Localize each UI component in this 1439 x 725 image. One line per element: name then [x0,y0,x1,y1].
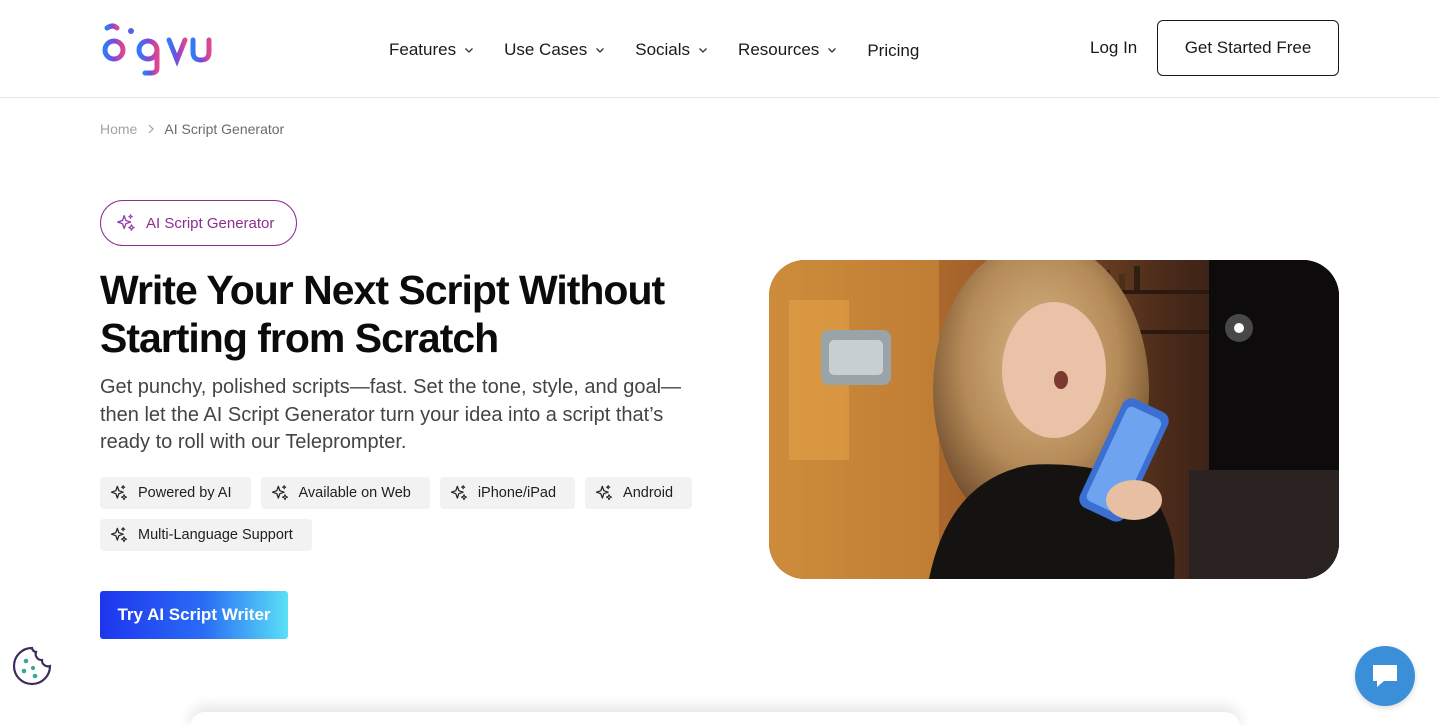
chevron-down-icon [596,48,605,53]
feature-tag-label: Multi-Language Support [138,527,293,543]
sparkle-icon [110,527,128,543]
feature-tag: Multi-Language Support [100,519,312,551]
breadcrumb-current: AI Script Generator [164,121,285,137]
nav-features-label: Features [389,40,457,59]
feature-tag-label: iPhone/iPad [477,485,557,501]
next-section-edge [190,712,1240,725]
try-ai-script-writer-button[interactable]: Try AI Script Writer [100,591,288,639]
get-started-button[interactable]: Get Started Free [1157,20,1339,76]
breadcrumb-home[interactable]: Home [100,121,137,137]
nav-use-cases-label: Use Cases [504,40,588,59]
chevron-down-icon [828,48,837,53]
nav-socials[interactable]: Socials [635,37,708,63]
feature-tag: Powered by AI [100,477,251,509]
pill-label: AI Script Generator [146,214,275,232]
sparkle-icon [110,485,128,501]
feature-tags: Powered by AI Available on Web iPhone/iP… [100,477,720,561]
cookie-settings-button[interactable] [11,645,53,687]
nav-features[interactable]: Features [389,37,474,63]
category-pill: AI Script Generator [100,200,297,246]
chat-widget-button[interactable] [1355,646,1415,706]
feature-tag: Available on Web [260,477,430,509]
feature-tag-label: Android [623,485,674,501]
hero-subtext: Get punchy, polished scripts—fast. Set t… [100,376,682,453]
feature-tag: Android [585,477,693,509]
nav-resources[interactable]: Resources [738,37,837,63]
nav-pricing[interactable]: Pricing [867,38,919,64]
feature-tag-label: Available on Web [298,485,411,501]
main-nav: Features Use Cases Socials Resources Pri… [389,36,919,64]
sparkle-icon [117,214,135,231]
site-header: Features Use Cases Socials Resources Pri… [0,0,1439,98]
feature-tag-label: Powered by AI [138,485,232,501]
chevron-down-icon [699,48,708,53]
nav-socials-label: Socials [635,40,691,59]
sparkle-icon [595,485,613,501]
nav-use-cases[interactable]: Use Cases [504,37,605,63]
breadcrumb: Home AI Script Generator [100,121,284,137]
chevron-down-icon [465,48,474,53]
sparkle-icon [450,485,467,501]
chat-icon [1373,665,1397,687]
sparkle-icon [271,485,288,501]
chevron-right-icon [148,124,155,134]
biqvu-logo[interactable] [101,22,215,76]
hero-video[interactable] [769,260,1339,579]
hero-headline: Write Your Next Script Without Starting … [100,267,665,361]
cookie-icon [12,646,52,686]
login-link[interactable]: Log In [1090,38,1137,58]
feature-tag: iPhone/iPad [439,477,576,509]
nav-resources-label: Resources [738,40,820,59]
nav-pricing-label: Pricing [867,41,920,60]
